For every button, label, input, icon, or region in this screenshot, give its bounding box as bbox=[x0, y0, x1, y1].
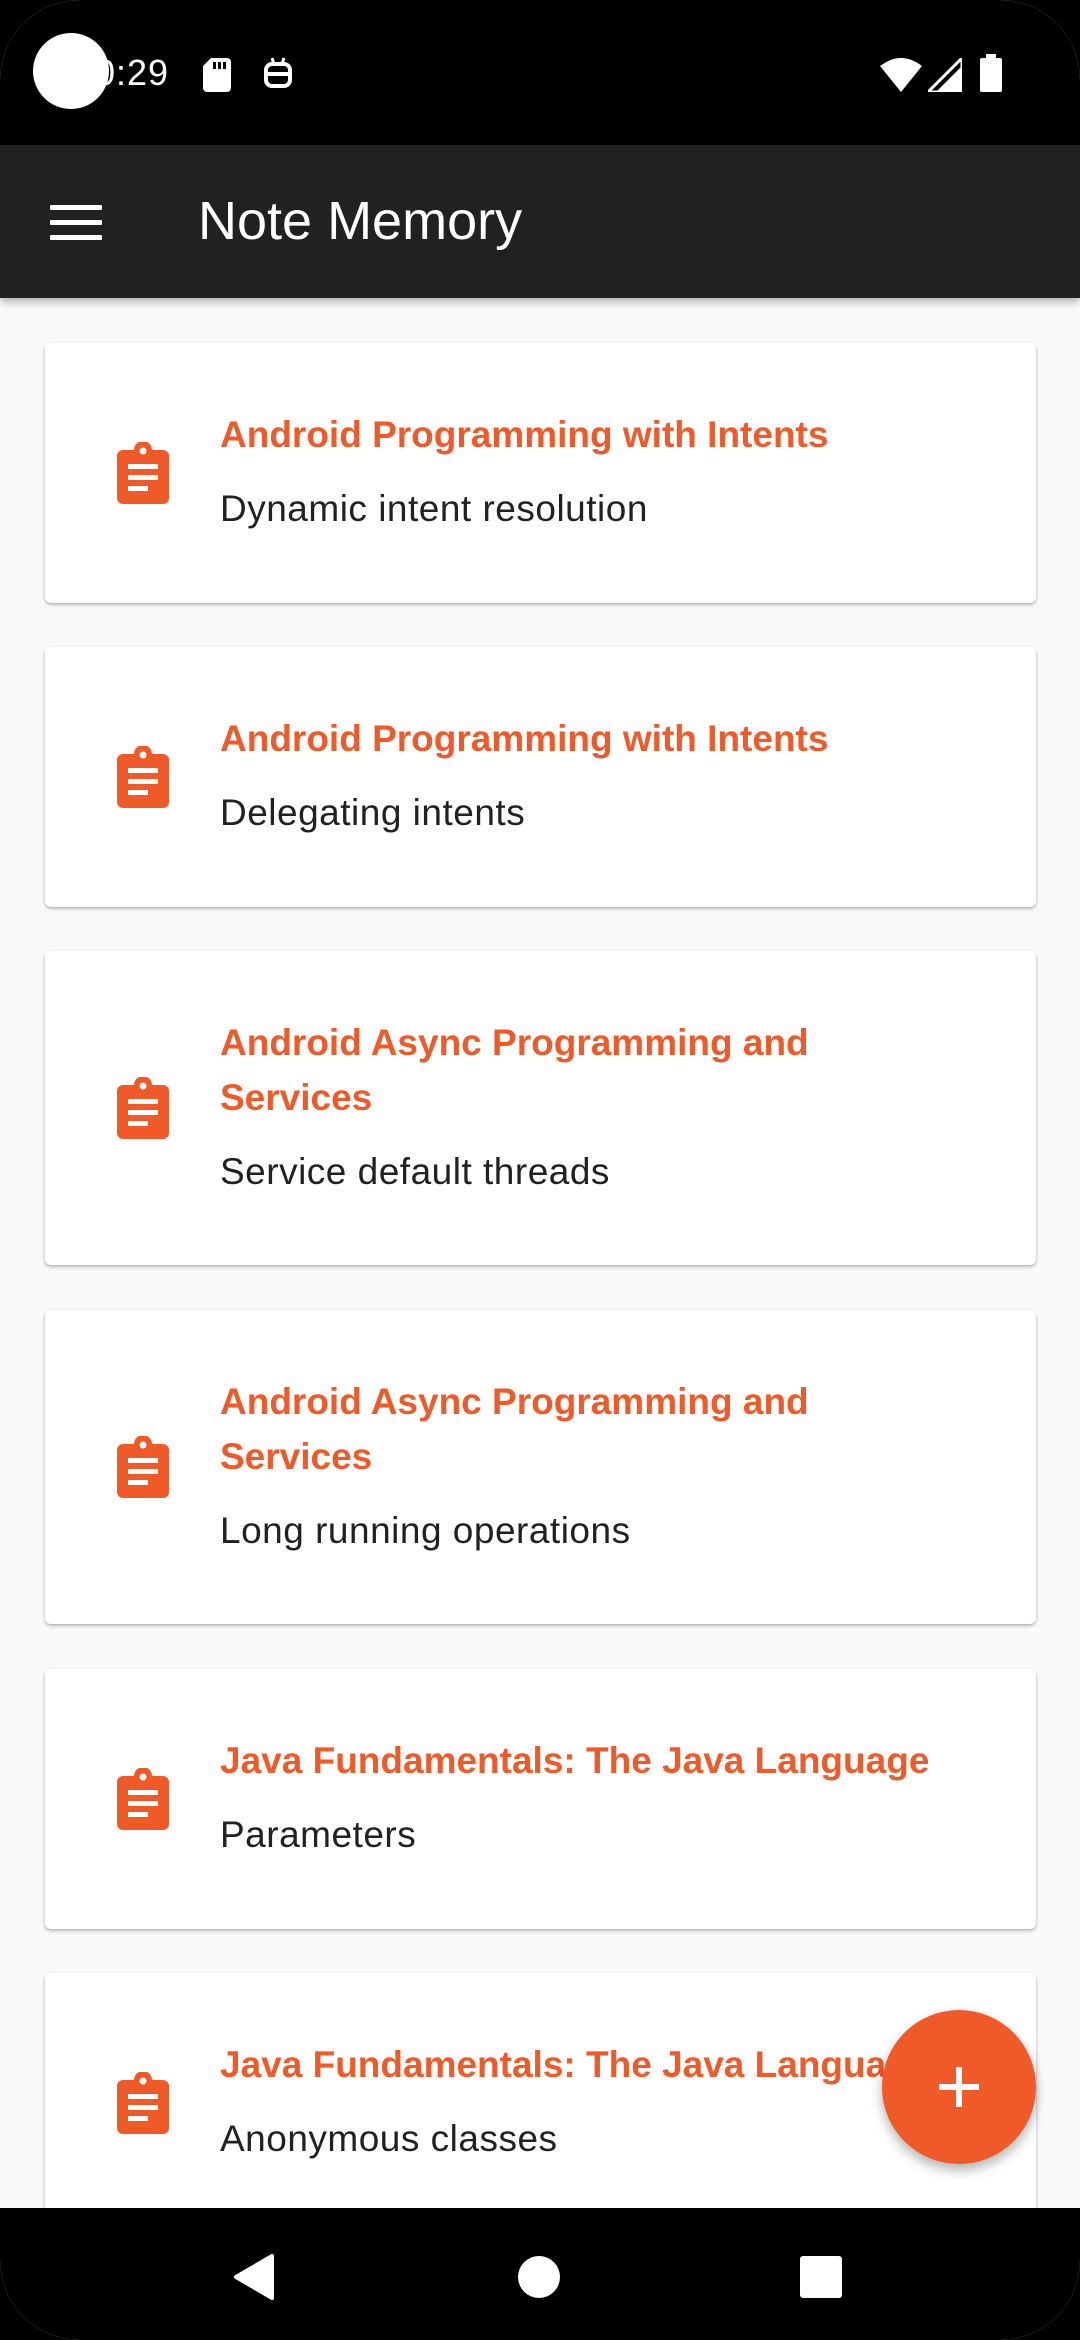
add-icon bbox=[939, 2067, 979, 2107]
wifi-icon bbox=[880, 58, 922, 92]
note-card[interactable]: Java Fundamentals: The Java Language Par… bbox=[45, 1669, 1036, 1929]
assignment-icon bbox=[117, 1077, 169, 1139]
assignment-icon bbox=[117, 1436, 169, 1498]
home-icon[interactable] bbox=[518, 2256, 560, 2298]
add-note-button[interactable] bbox=[882, 2010, 1036, 2164]
notes-list[interactable]: Android Programming with Intents Dynamic… bbox=[0, 298, 1080, 2208]
note-course: Java Fundamentals: The Java Language bbox=[220, 1740, 930, 1781]
status-bar: 0:29 bbox=[0, 0, 1080, 145]
phone-screen: 0:29 Note Memory Android Programming wit… bbox=[0, 0, 1080, 2340]
assignment-icon bbox=[117, 1768, 169, 1830]
note-course: Android Async Programming and Services bbox=[220, 1381, 809, 1477]
system-nav-bar bbox=[0, 2208, 1080, 2340]
note-course: Java Fundamentals: The Java Language bbox=[220, 2044, 930, 2085]
note-card[interactable]: Android Programming with Intents Delegat… bbox=[45, 647, 1036, 907]
assignment-icon bbox=[117, 2072, 169, 2134]
menu-icon[interactable] bbox=[38, 187, 116, 257]
sd-card-icon bbox=[203, 58, 231, 92]
note-course: Android Programming with Intents bbox=[220, 414, 829, 455]
back-icon[interactable] bbox=[232, 2254, 276, 2300]
status-time: 0:29 bbox=[95, 52, 170, 93]
assignment-icon bbox=[117, 442, 169, 504]
robot-notification-icon bbox=[264, 57, 292, 88]
recents-icon[interactable] bbox=[800, 2256, 842, 2298]
note-card[interactable]: Android Async Programming and Services L… bbox=[45, 1310, 1036, 1624]
note-course: Android Programming with Intents bbox=[220, 718, 829, 759]
app-title: Note Memory bbox=[198, 191, 523, 251]
note-card[interactable]: Android Async Programming and Services S… bbox=[45, 951, 1036, 1265]
note-title: Delegating intents bbox=[220, 792, 526, 833]
cell-signal-icon bbox=[928, 58, 962, 92]
note-course: Android Async Programming and Services bbox=[220, 1022, 809, 1118]
note-title: Long running operations bbox=[220, 1510, 631, 1551]
note-title: Anonymous classes bbox=[220, 2118, 558, 2159]
battery-icon bbox=[980, 54, 1002, 92]
note-title: Parameters bbox=[220, 1814, 417, 1855]
assignment-icon bbox=[117, 746, 169, 808]
note-card[interactable]: Android Programming with Intents Dynamic… bbox=[45, 343, 1036, 603]
note-title: Service default threads bbox=[220, 1151, 610, 1192]
note-title: Dynamic intent resolution bbox=[220, 488, 648, 529]
app-bar: Note Memory bbox=[0, 145, 1080, 298]
